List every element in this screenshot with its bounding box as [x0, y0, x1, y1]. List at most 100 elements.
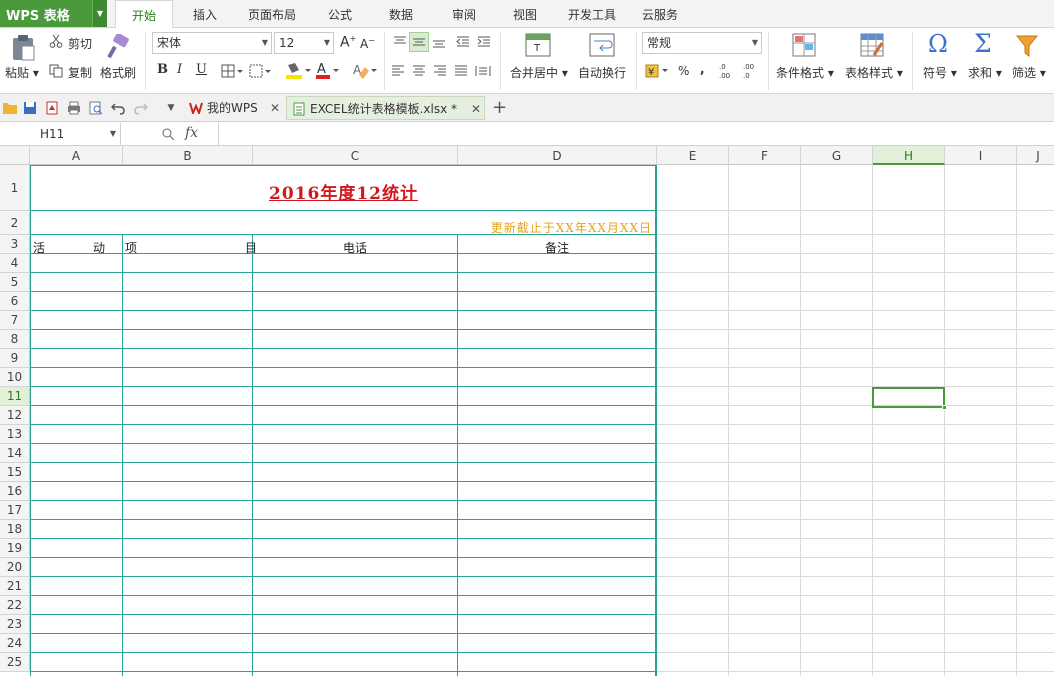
align-right-icon[interactable] [432, 63, 448, 79]
tab-developer[interactable]: 开发工具 [568, 0, 616, 28]
row-header-2[interactable]: 2 [0, 211, 30, 235]
print-preview-icon[interactable] [88, 100, 104, 116]
align-top-icon[interactable] [392, 34, 408, 50]
increase-decimal-icon[interactable]: .0.00 [716, 60, 740, 82]
tab-my-wps[interactable]: 我的WPS ✕ [184, 96, 284, 120]
row-header-17[interactable]: 17 [0, 501, 30, 520]
column-header-I[interactable]: I [945, 146, 1017, 165]
cell-style-icon[interactable] [248, 63, 272, 79]
redo-icon[interactable] [133, 100, 149, 116]
tab-page-layout[interactable]: 页面布局 [248, 0, 296, 28]
row-header-13[interactable]: 13 [0, 425, 30, 444]
wrap-text-button[interactable]: 自动换行 [578, 64, 626, 81]
paste-icon[interactable] [8, 33, 38, 63]
open-folder-icon[interactable] [2, 100, 18, 116]
pdf-export-icon[interactable] [44, 100, 60, 116]
row-header-3[interactable]: 3 [0, 235, 30, 254]
justify-icon[interactable] [453, 63, 469, 79]
row-header-25[interactable]: 25 [0, 653, 30, 672]
row-header-6[interactable]: 6 [0, 292, 30, 311]
row-header-5[interactable]: 5 [0, 273, 30, 292]
copy-button[interactable]: 复制 [68, 64, 92, 81]
row-header-21[interactable]: 21 [0, 577, 30, 596]
increase-font-icon[interactable]: A+ [340, 34, 356, 51]
table-style-icon[interactable] [858, 32, 886, 58]
align-left-icon[interactable] [390, 63, 406, 79]
chevron-down-icon[interactable]: ▼ [110, 123, 116, 145]
italic-button[interactable]: I [177, 62, 182, 77]
spreadsheet-grid[interactable]: ABCDEFGHIJ 1 2 3 4 5 6 7 8 9 10 11 12 13 14 15 16 17 18 19… [0, 146, 1054, 676]
row-header-4[interactable]: 4 [0, 254, 30, 273]
formula-input[interactable] [218, 123, 1054, 145]
comma-button[interactable]: , [700, 62, 705, 76]
chevron-down-icon[interactable]: ▼ [164, 100, 178, 116]
merge-center-button[interactable]: 合并居中 ▾ [510, 64, 568, 81]
font-name-select[interactable]: 宋体 ▼ [152, 32, 272, 54]
sigma-icon[interactable]: Σ [974, 29, 992, 58]
row-header-10[interactable]: 10 [0, 368, 30, 387]
undo-icon[interactable] [110, 100, 126, 116]
percent-button[interactable]: % [678, 64, 689, 78]
tab-review[interactable]: 审阅 [452, 0, 476, 28]
align-middle-icon[interactable] [409, 32, 429, 52]
decrease-font-icon[interactable]: A− [360, 36, 375, 51]
active-cell[interactable] [872, 387, 947, 410]
decrease-indent-icon[interactable] [455, 34, 471, 50]
row-header-14[interactable]: 14 [0, 444, 30, 463]
increase-indent-icon[interactable] [476, 34, 492, 50]
column-header-E[interactable]: E [657, 146, 729, 165]
row-header-24[interactable]: 24 [0, 634, 30, 653]
row-header-1[interactable]: 1 [0, 165, 30, 211]
borders-icon[interactable] [220, 63, 244, 79]
row-header-8[interactable]: 8 [0, 330, 30, 349]
zoom-icon[interactable] [160, 126, 176, 142]
omega-icon[interactable]: Ω [928, 30, 948, 58]
decrease-decimal-icon[interactable]: .00.0 [740, 60, 764, 82]
merge-center-icon[interactable]: T [524, 32, 552, 58]
row-header-22[interactable]: 22 [0, 596, 30, 615]
filter-button[interactable]: 筛选 ▾ [1012, 64, 1046, 81]
currency-icon[interactable]: ¥ [644, 62, 672, 80]
column-header-H[interactable]: H [873, 146, 945, 165]
tab-cloud[interactable]: 云服务 [642, 0, 678, 28]
close-icon[interactable]: ✕ [471, 97, 481, 121]
row-header-16[interactable]: 16 [0, 482, 30, 501]
close-icon[interactable]: ✕ [270, 96, 280, 120]
row-header-9[interactable]: 9 [0, 349, 30, 368]
tab-excel-file[interactable]: EXCEL统计表格模板.xlsx * ✕ [286, 96, 485, 120]
column-header-G[interactable]: G [801, 146, 873, 165]
column-header-B[interactable]: B [123, 146, 253, 165]
align-bottom-icon[interactable] [431, 34, 447, 50]
conditional-format-icon[interactable] [790, 32, 818, 58]
new-tab-button[interactable]: + [492, 96, 507, 120]
distributed-align-icon[interactable] [474, 63, 492, 79]
row-header-19[interactable]: 19 [0, 539, 30, 558]
paste-button[interactable]: 粘贴 ▾ [5, 64, 39, 81]
tab-view[interactable]: 视图 [513, 0, 537, 28]
tab-data[interactable]: 数据 [389, 0, 413, 28]
column-header-D[interactable]: D [458, 146, 657, 165]
fill-color-icon[interactable] [284, 61, 312, 81]
clear-format-icon[interactable]: A [350, 61, 378, 81]
select-all-corner[interactable] [0, 146, 30, 165]
row-header-20[interactable]: 20 [0, 558, 30, 577]
symbol-button[interactable]: 符号 ▾ [923, 64, 957, 81]
row-header-15[interactable]: 15 [0, 463, 30, 482]
format-painter-button[interactable]: 格式刷 [100, 64, 136, 81]
table-style-button[interactable]: 表格样式 ▾ [845, 64, 903, 81]
cut-button[interactable]: 剪切 [68, 35, 92, 52]
sum-button[interactable]: 求和 ▾ [968, 64, 1002, 81]
insert-function-button[interactable]: fx [185, 125, 198, 141]
font-color-icon[interactable]: A [314, 61, 342, 81]
print-icon[interactable] [66, 100, 82, 116]
number-format-select[interactable]: 常规 ▼ [642, 32, 762, 54]
column-header-J[interactable]: J [1017, 146, 1054, 165]
column-header-C[interactable]: C [253, 146, 458, 165]
bold-button[interactable]: B [157, 62, 168, 77]
font-size-select[interactable]: 12 ▼ [274, 32, 334, 54]
row-header-18[interactable]: 18 [0, 520, 30, 539]
underline-button[interactable]: U [196, 62, 207, 77]
tab-formulas[interactable]: 公式 [328, 0, 352, 28]
column-header-F[interactable]: F [729, 146, 801, 165]
conditional-format-button[interactable]: 条件格式 ▾ [776, 64, 834, 81]
